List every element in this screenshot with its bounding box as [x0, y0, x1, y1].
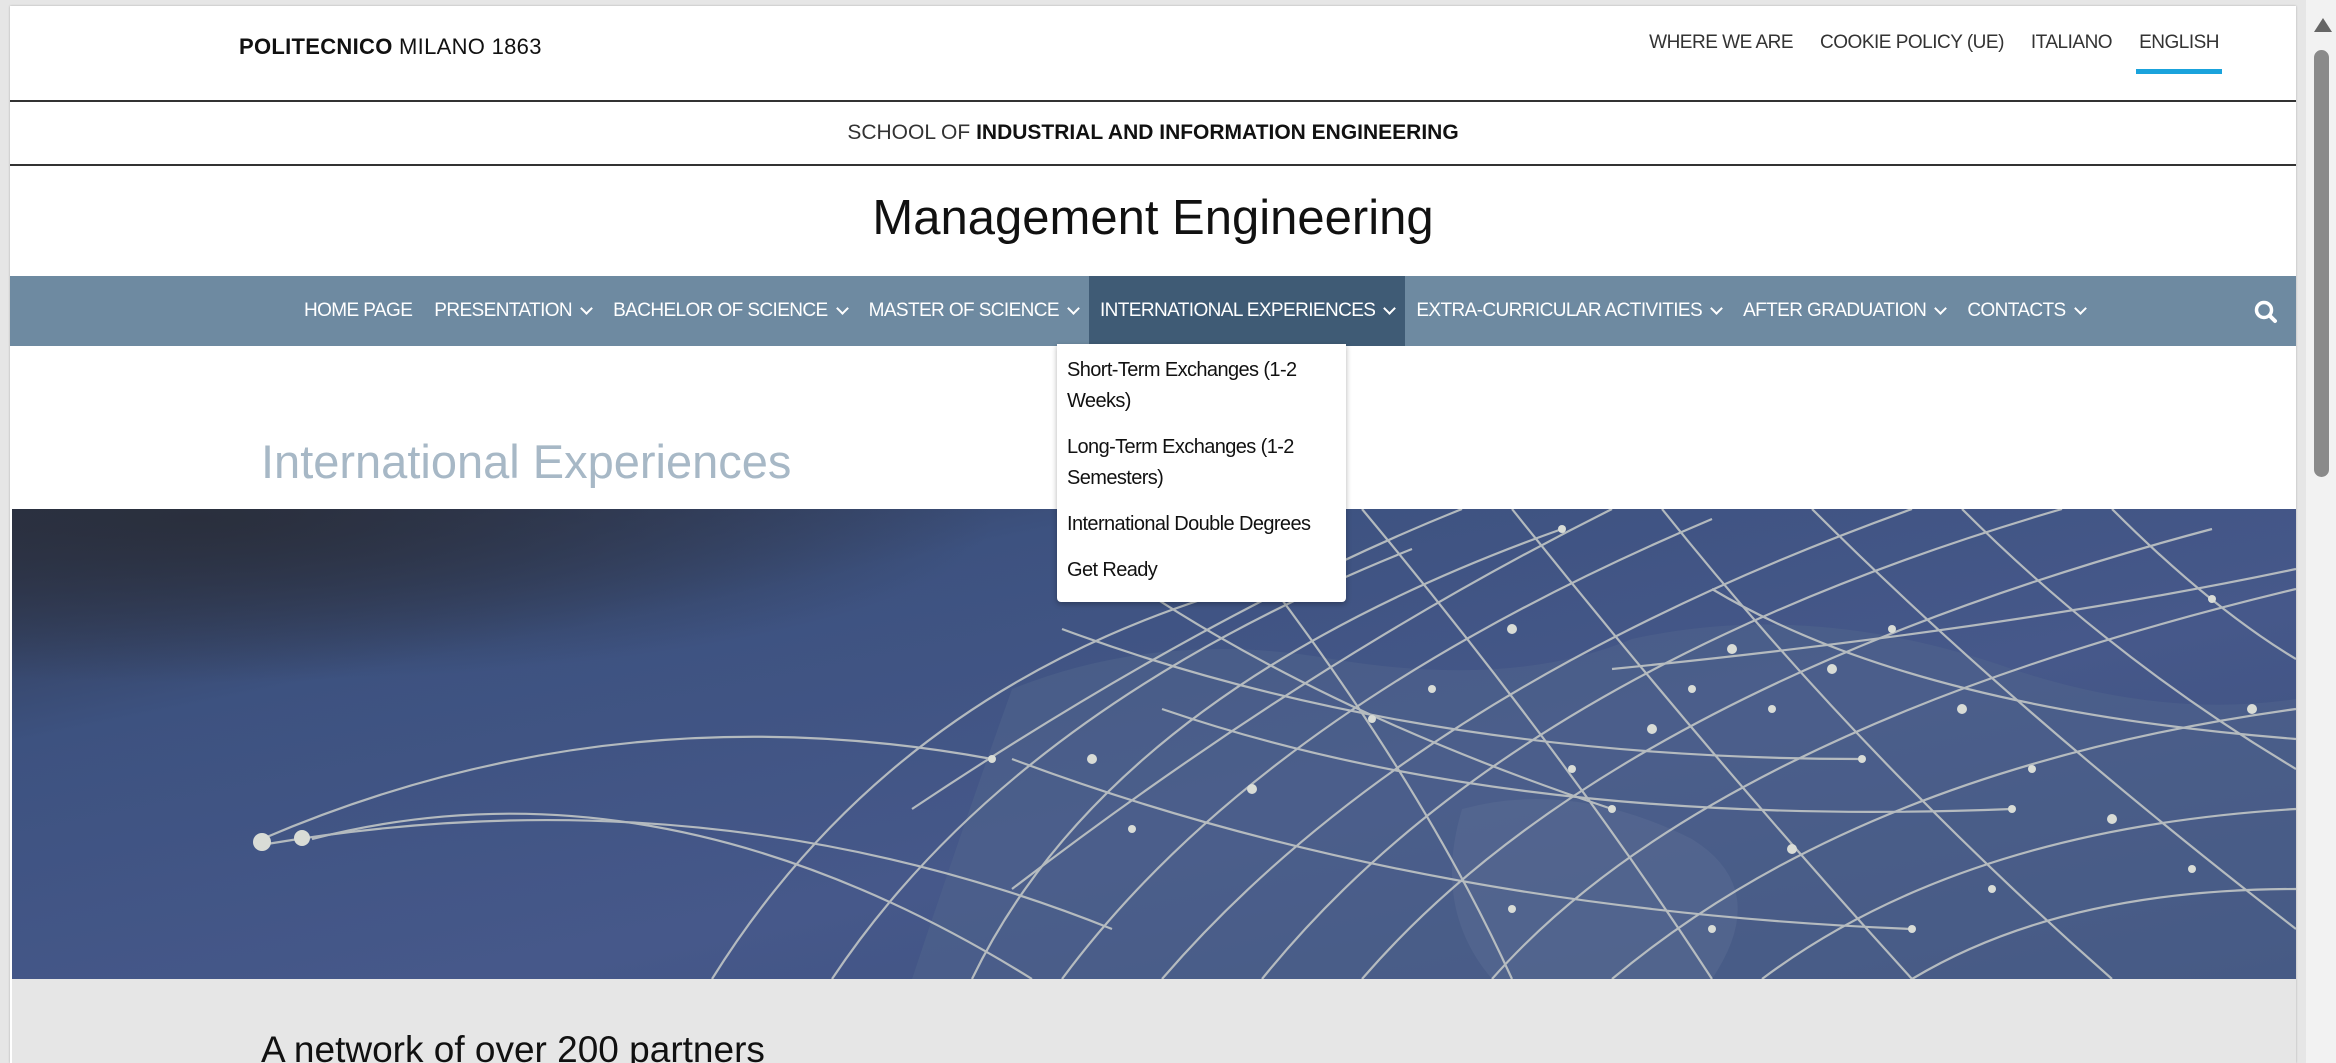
dropdown-item-long-term[interactable]: Long-Term Exchanges (1-2 Semesters) [1057, 427, 1346, 504]
chevron-down-icon [1383, 302, 1397, 315]
nav-label: MASTER OF SCIENCE [868, 300, 1060, 321]
nav-international-experiences[interactable]: INTERNATIONAL EXPERIENCES [1089, 276, 1406, 346]
search-icon [2254, 300, 2277, 323]
dropdown-item-double-degrees[interactable]: International Double Degrees [1057, 504, 1346, 550]
cookie-policy-link[interactable]: COOKIE POLICY (UE) [1817, 28, 2007, 74]
brand-bold: POLITECNICO [239, 34, 393, 59]
nav-label: EXTRA-CURRICULAR ACTIVITIES [1416, 300, 1703, 321]
page-heading: International Experiences [261, 435, 792, 488]
where-we-are-link[interactable]: WHERE WE ARE [1646, 28, 1796, 74]
school-name: INDUSTRIAL AND INFORMATION ENGINEERING [976, 121, 1459, 144]
search-button[interactable] [2244, 290, 2288, 334]
scroll-up-arrow-icon[interactable] [2314, 18, 2332, 32]
chevron-down-icon [835, 302, 849, 315]
brand-rest: MILANO 1863 [392, 34, 542, 59]
school-bar[interactable]: SCHOOL OF INDUSTRIAL AND INFORMATION ENG… [10, 102, 2296, 166]
nav-contacts[interactable]: CONTACTS [1956, 276, 2095, 346]
browser-page: POLITECNICO MILANO 1863 WHERE WE ARE COO… [10, 6, 2296, 1063]
nav-bachelor-of-science[interactable]: BACHELOR OF SCIENCE [602, 276, 858, 346]
main-nav: HOME PAGE PRESENTATION BACHELOR OF SCIEN… [10, 276, 2296, 346]
scrollbar-thumb[interactable] [2314, 50, 2329, 477]
nav-home-page[interactable]: HOME PAGE [293, 276, 423, 346]
top-bar: POLITECNICO MILANO 1863 WHERE WE ARE COO… [10, 6, 2296, 102]
nav-master-of-science[interactable]: MASTER OF SCIENCE [858, 276, 1089, 346]
chevron-down-icon [1934, 302, 1948, 315]
site-title[interactable]: Management Engineering [10, 168, 2296, 268]
chevron-down-icon [1710, 302, 1723, 315]
english-link[interactable]: ENGLISH [2136, 28, 2222, 74]
dropdown-item-short-term[interactable]: Short-Term Exchanges (1-2 Weeks) [1057, 350, 1346, 427]
chevron-down-icon [580, 302, 593, 315]
utility-nav: WHERE WE ARE COOKIE POLICY (UE) ITALIANO… [1646, 28, 2222, 74]
nav-label: CONTACTS [1967, 300, 2066, 321]
nav-label: INTERNATIONAL EXPERIENCES [1100, 300, 1376, 321]
international-experiences-dropdown: Short-Term Exchanges (1-2 Weeks) Long-Te… [1057, 344, 1346, 602]
dropdown-item-get-ready[interactable]: Get Ready [1057, 550, 1346, 596]
chevron-down-icon [1067, 302, 1080, 315]
nav-after-graduation[interactable]: AFTER GRADUATION [1732, 276, 1956, 346]
nav-label: BACHELOR OF SCIENCE [613, 300, 828, 321]
section-title: A network of over 200 partners [261, 1029, 765, 1063]
scrollbar[interactable] [2306, 0, 2336, 1063]
chevron-down-icon [2073, 302, 2087, 315]
politecnico-logo[interactable]: POLITECNICO MILANO 1863 [239, 34, 542, 60]
nav-extra-curricular-activities[interactable]: EXTRA-CURRICULAR ACTIVITIES [1405, 276, 1732, 346]
nav-presentation[interactable]: PRESENTATION [423, 276, 602, 346]
school-prefix: SCHOOL OF [847, 121, 977, 144]
italiano-link[interactable]: ITALIANO [2028, 28, 2115, 74]
nav-label: PRESENTATION [434, 300, 573, 321]
nav-label: HOME PAGE [304, 300, 413, 321]
nav-label: AFTER GRADUATION [1743, 300, 1927, 321]
partners-section: A network of over 200 partners [12, 979, 2296, 1063]
